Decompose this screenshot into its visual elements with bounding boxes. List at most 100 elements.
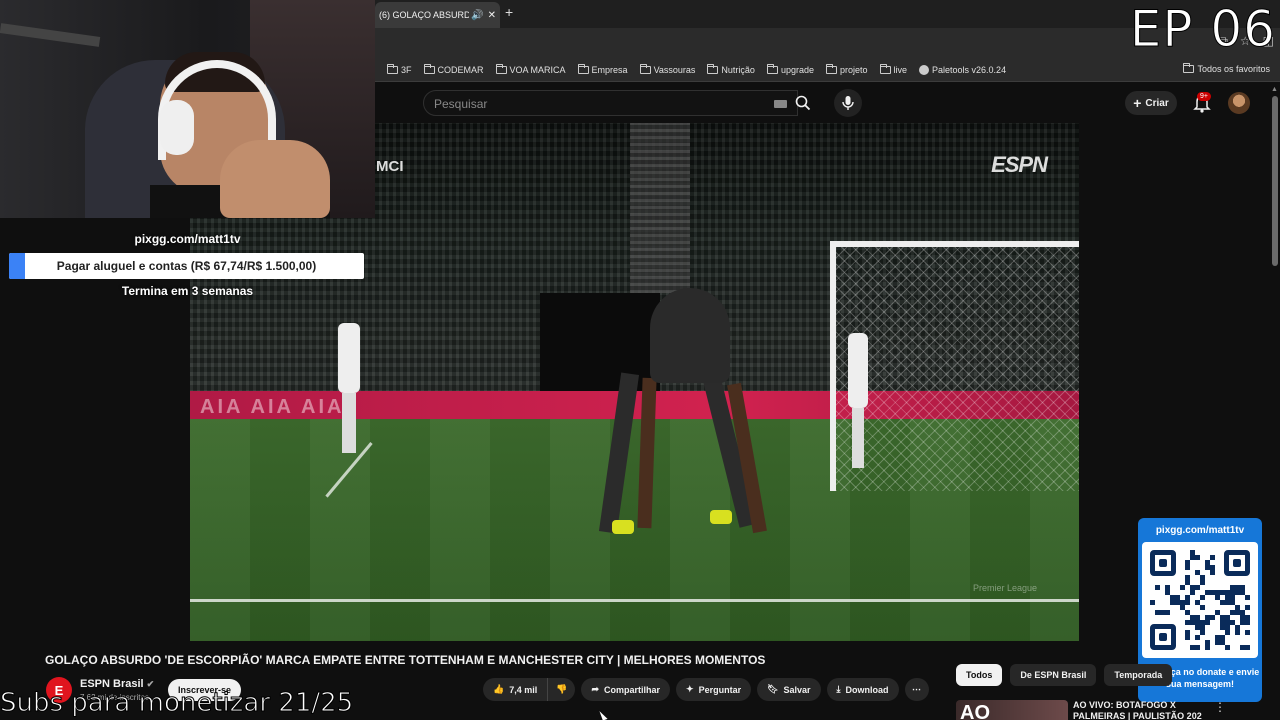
folder-icon (766, 63, 778, 74)
chip-temporada[interactable]: Temporada (1104, 664, 1173, 686)
qr-module (1235, 630, 1240, 635)
share-button[interactable]: ➦ Compartilhar (581, 678, 671, 701)
folder-icon (387, 63, 398, 74)
ask-button[interactable]: ✦ Perguntar (676, 678, 752, 701)
folder-icon (495, 63, 507, 74)
player-celebrating (598, 288, 780, 548)
more-vert-icon[interactable]: ⋮ (1214, 700, 1226, 714)
qr-module (1210, 615, 1215, 620)
espn-logo: ESPN (991, 152, 1048, 177)
mouse-cursor (599, 709, 608, 720)
microphone-icon (842, 96, 854, 110)
qr-module (1200, 595, 1205, 600)
like-button[interactable]: 👍 7,4 mil (483, 678, 549, 701)
bookmark-live[interactable]: live (879, 63, 907, 75)
all-bookmarks-button[interactable]: Todos os favoritos (1183, 63, 1270, 74)
pitch-line (190, 599, 1079, 602)
qr-module (1205, 620, 1210, 625)
folder-icon (879, 63, 891, 74)
related-filter-chips: Todos De ESPN Brasil Temporada (956, 664, 1173, 686)
qr-module (1195, 635, 1200, 640)
search-icon (795, 95, 811, 111)
streamer-webcam (0, 0, 375, 218)
bookmark-codemar[interactable]: CODEMAR (423, 63, 484, 75)
qr-module (1180, 585, 1185, 590)
qr-module (1245, 595, 1250, 600)
qr-module (1165, 610, 1170, 615)
folder-icon (423, 63, 435, 74)
donation-ends: Termina em 3 semanas (121, 284, 254, 298)
qr-module (1155, 585, 1160, 590)
share-icon: ➦ (591, 684, 599, 694)
tab-title: (6) GOLAÇO ABSURDO 'DE ESCORPIÃO' MARCA … (379, 10, 470, 20)
qr-url: pixgg.com/matt1tv (1155, 525, 1245, 536)
qr-module (1150, 600, 1155, 605)
qr-code (1142, 542, 1258, 658)
youtube-header: Pesquisar + Criar 9+ (375, 83, 1280, 123)
qr-module (1195, 555, 1200, 560)
like-dislike-group: 👍 7,4 mil 👎 (483, 678, 576, 701)
bookmark-paletools[interactable]: Paletools v26.0.24 (919, 64, 1006, 75)
search-placeholder: Pesquisar (434, 97, 488, 111)
streamer-hand (220, 140, 330, 218)
folder-icon (577, 63, 589, 74)
donation-goal-bar: Pagar aluguel e contas (R$ 67,74/R$ 1.50… (9, 253, 364, 279)
video-title: GOLAÇO ABSURDO 'DE ESCORPIÃO' MARCA EMPA… (45, 653, 766, 667)
bookmark-empresa[interactable]: Empresa (577, 63, 628, 75)
qr-module (1225, 645, 1230, 650)
bookmark-vassouras[interactable]: Vassouras (639, 63, 695, 75)
qr-module (1185, 600, 1190, 605)
bookmarks-bar: 3F CODEMAR VOA MARICA Empresa Vassouras … (375, 58, 1280, 82)
qr-module (1195, 645, 1200, 650)
page-scrollbar[interactable] (1272, 96, 1278, 266)
download-icon: ⤓ (836, 684, 841, 694)
bookmark-projeto[interactable]: projeto (825, 63, 868, 75)
download-button[interactable]: ⤓ Download (826, 678, 899, 701)
search-button[interactable] (785, 90, 821, 116)
qr-module (1200, 580, 1205, 585)
qr-module (1245, 620, 1250, 625)
chip-de-espn-brasil[interactable]: De ESPN Brasil (1010, 664, 1097, 686)
create-button[interactable]: + Criar (1125, 91, 1177, 115)
chip-todos[interactable]: Todos (956, 664, 1003, 686)
bookmark-nutricao[interactable]: Nutrição (707, 63, 755, 75)
premier-league-watermark: Premier League (972, 583, 1037, 593)
player-white-kit (338, 323, 360, 453)
qr-module (1200, 630, 1205, 635)
dislike-button[interactable]: 👎 (548, 678, 576, 701)
voice-search-button[interactable] (834, 89, 862, 117)
folder-icon (707, 63, 719, 74)
search-input[interactable]: Pesquisar (423, 90, 798, 116)
bookmark-upgrade[interactable]: upgrade (766, 63, 814, 75)
plus-icon: + (1133, 95, 1142, 111)
notification-badge: 9+ (1197, 92, 1211, 101)
recommended-thumbnail[interactable]: AO (956, 700, 1068, 720)
subs-goal-overlay: Subs para monetizar 21/25 (0, 688, 354, 719)
close-icon[interactable]: ✕ (488, 10, 496, 21)
scroll-up-arrow[interactable]: ▲ (1271, 86, 1278, 93)
qr-module (1245, 605, 1250, 610)
qr-module (1245, 645, 1250, 650)
folder-icon (1183, 63, 1195, 73)
qr-module (1190, 590, 1195, 595)
account-avatar[interactable] (1228, 92, 1250, 114)
new-tab-button[interactable]: + (505, 4, 513, 20)
more-dots-icon: ⋯ (912, 684, 922, 694)
qr-module (1245, 630, 1250, 635)
sparkle-icon: ✦ (686, 684, 694, 694)
browser-tab-active[interactable]: (6) GOLAÇO ABSURDO 'DE ESCORPIÃO' MARCA … (375, 2, 500, 28)
recommended-title[interactable]: AO VIVO: BOTAFOGO X PALMEIRAS | PAULISTÃ… (1073, 700, 1203, 720)
thumbs-up-icon: 👍 (493, 684, 505, 694)
bookmark-icon: 🔖︎ (767, 684, 779, 694)
broadcast-watermark-left: MCI (376, 158, 404, 175)
qr-module (1205, 645, 1210, 650)
qr-module (1210, 555, 1215, 560)
speaker-icon[interactable]: 🔊 (471, 10, 483, 21)
bookmark-3f[interactable]: 3F (387, 63, 412, 75)
qr-module (1200, 605, 1205, 610)
save-button[interactable]: 🔖︎ Salvar (757, 678, 821, 701)
donation-goal-text: Pagar aluguel e contas (R$ 67,74/R$ 1.50… (56, 259, 317, 273)
more-actions-button[interactable]: ⋯ (904, 678, 929, 701)
bookmark-voa-marica[interactable]: VOA MARICA (495, 63, 566, 75)
stadium-stairs (630, 123, 690, 293)
